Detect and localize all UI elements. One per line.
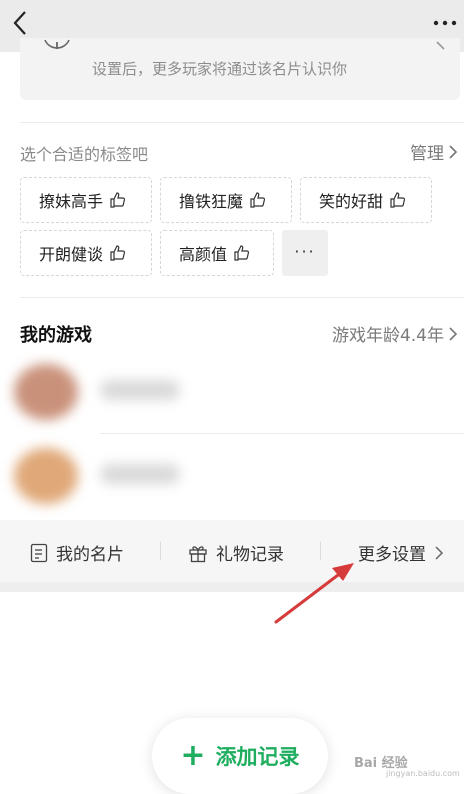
thumbs-up-icon [234,245,250,261]
my-card-label: 我的名片 [56,545,124,565]
tag-label: 撸铁狂魔 [179,192,244,211]
add-record-label: 添加记录 [215,745,300,769]
gift-icon [189,545,207,562]
annotation-arrow [274,563,354,624]
thumbs-up-icon [110,245,126,261]
thumbs-up-icon [390,192,406,208]
tag-label: 撩妹高手 [39,192,104,211]
game-name-placeholder [100,464,180,484]
watermark-subtext: jingyan.baidu.com [386,769,460,778]
chevron-right-icon [449,144,458,159]
my-card-button[interactable]: 我的名片 [30,540,124,565]
tag-label: 高颜值 [179,245,228,264]
plus-icon: + [180,738,206,773]
more-dots-icon [433,20,457,26]
manage-tags-link[interactable]: 管理 [410,139,458,164]
game-age-label: 游戏年龄4.4年 [331,326,444,346]
thumbs-up-icon [250,192,266,208]
back-button[interactable] [6,8,36,38]
divider [20,297,464,298]
back-chevron-icon [13,11,26,35]
thumbs-up-icon [110,192,126,208]
profile-action-bar: 我的名片 礼物记录 更多设置 [0,520,464,582]
separator [160,542,161,560]
divider [20,122,464,123]
tag-item[interactable]: 高颜值 [160,230,274,276]
tags-section-title: 选个合适的标签吧 [20,145,149,164]
game-avatar [14,364,78,420]
game-list-item[interactable] [0,436,275,516]
game-list-item[interactable] [0,352,275,432]
tag-item[interactable]: 撩妹高手 [20,177,152,223]
chevron-right-icon [435,545,444,560]
games-section-title: 我的游戏 [20,325,92,346]
manage-label: 管理 [410,144,444,164]
divider [100,433,464,434]
tag-label: 开朗健谈 [39,245,104,264]
info-icon [44,39,70,49]
name-card-tip[interactable]: 设置后，更多玩家将通过该名片认识你 [20,38,460,100]
name-card-icon [30,543,48,562]
baidu-watermark: Bai 经验 jingyan.baidu.com [346,748,464,782]
tag-label: 笑的好甜 [319,192,384,211]
chevron-right-icon [449,326,458,341]
add-record-button[interactable]: + 添加记录 [152,718,328,794]
tag-item[interactable]: 开朗健谈 [20,230,152,276]
chevron-right-icon [436,41,445,50]
game-avatar [14,448,78,504]
tag-item[interactable]: 撸铁狂魔 [160,177,292,223]
more-tags-button[interactable]: ··· [282,230,328,276]
more-settings-button[interactable]: 更多设置 [358,540,444,565]
game-age-link[interactable]: 游戏年龄4.4年 [332,321,458,346]
game-name-placeholder [100,380,180,400]
section-gap [0,582,464,592]
tip-text: 设置后，更多玩家将通过该名片认识你 [92,60,348,78]
tag-item[interactable]: 笑的好甜 [300,177,432,223]
more-menu-button[interactable] [430,8,460,38]
